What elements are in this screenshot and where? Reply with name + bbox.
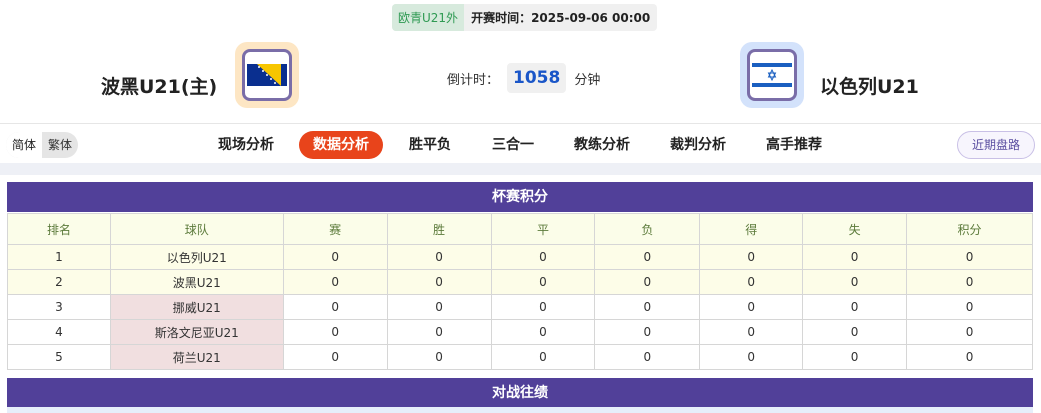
stat-cell: 0 [699,244,804,270]
stat-cell: 0 [490,319,596,345]
standings-title: 杯赛积分 [7,182,1033,212]
language-toggle[interactable]: 简体 繁体 [6,132,79,158]
stat-cell: 0 [802,344,908,370]
stat-cell: 0 [490,294,596,320]
stat-cell: 0 [802,269,908,295]
countdown-unit: 分钟 [574,72,601,88]
stat-cell: 0 [386,319,492,345]
israel-flag-icon [747,49,797,101]
stat-cell: 0 [282,319,388,345]
tab-three-in-one[interactable]: 三合一 [478,131,548,159]
tab-data-analysis[interactable]: 数据分析 [299,131,383,159]
stat-cell: 0 [906,344,1033,370]
stat-cell: 5 [7,344,111,370]
col-lost: 负 [594,213,701,245]
col-played: 赛 [282,213,388,245]
stat-cell: 0 [490,269,596,295]
table-row: 5 荷兰U21 0 0 0 0 0 0 0 [7,344,1033,370]
stat-cell: 0 [802,244,908,270]
away-team-name: 以色列U21 [820,76,919,98]
stat-cell: 0 [906,269,1033,295]
league-badge[interactable]: 欧青U21外 [392,4,465,31]
kickoff-time: 开赛时间：2025-09-06 00:00 [471,11,651,25]
stat-cell: 0 [594,319,701,345]
table-row: 1 以色列U21 0 0 0 0 0 0 0 [7,244,1033,270]
stat-cell: 0 [699,269,804,295]
table-row: 4 斯洛文尼亚U21 0 0 0 0 0 0 0 [7,319,1033,345]
bosnia-flag-icon [242,49,292,101]
stat-cell: 0 [594,269,701,295]
team-cell[interactable]: 波黑U21 [109,269,284,295]
home-team-name: 波黑U21(主) [101,76,218,98]
stat-cell: 0 [699,344,804,370]
col-points: 积分 [906,213,1033,245]
tab-expert-picks[interactable]: 高手推荐 [752,131,836,159]
stat-cell: 0 [699,294,804,320]
stat-cell: 0 [802,294,908,320]
team-cell[interactable]: 斯洛文尼亚U21 [109,319,284,345]
countdown-value: 1058 [507,63,567,93]
countdown-label: 倒计时： [447,72,500,88]
stat-cell: 4 [7,319,111,345]
col-goals-for: 得 [699,213,804,245]
stat-cell: 0 [282,344,388,370]
col-drawn: 平 [490,213,596,245]
countdown: 倒计时： 1058 分钟 [447,63,600,93]
stat-cell: 0 [386,269,492,295]
standings-table: 排名 球队 赛 胜 平 负 得 失 积分 1 以色列U21 0 0 0 0 0 0 0 2 波黑U2… [7,213,1033,370]
team-cell[interactable]: 挪威U21 [109,294,284,320]
divider-band [0,163,1041,175]
away-flag [740,42,804,108]
home-flag [235,42,299,108]
lang-traditional[interactable]: 繁体 [42,132,78,158]
col-goals-against: 失 [802,213,908,245]
col-won: 胜 [386,213,492,245]
stat-cell: 0 [282,244,388,270]
team-cell[interactable]: 以色列U21 [109,244,284,270]
stat-cell: 0 [594,344,701,370]
stat-cell: 0 [594,244,701,270]
stat-cell: 0 [906,244,1033,270]
stat-cell: 0 [490,244,596,270]
stat-cell: 0 [386,294,492,320]
stat-cell: 2 [7,269,111,295]
stat-cell: 0 [386,244,492,270]
stat-cell: 3 [7,294,111,320]
table-row: 3 挪威U21 0 0 0 0 0 0 0 [7,294,1033,320]
stat-cell: 0 [282,269,388,295]
stat-cell: 0 [282,294,388,320]
h2h-content [7,407,1033,413]
stat-cell: 0 [386,344,492,370]
tab-referee-analysis[interactable]: 裁判分析 [656,131,740,159]
recent-odds-button[interactable]: 近期盘路 [956,131,1035,159]
stat-cell: 1 [7,244,111,270]
col-rank: 排名 [7,213,111,245]
team-cell[interactable]: 荷兰U21 [109,344,284,370]
lang-simplified[interactable]: 简体 [6,132,43,158]
nav-bar: 简体 繁体 现场分析 数据分析 胜平负 三合一 教练分析 裁判分析 高手推荐 近… [0,123,1041,163]
stat-cell: 0 [699,319,804,345]
stat-cell: 0 [906,294,1033,320]
stat-cell: 0 [802,319,908,345]
col-team: 球队 [109,213,284,245]
table-row: 2 波黑U21 0 0 0 0 0 0 0 [7,269,1033,295]
stat-cell: 0 [594,294,701,320]
match-info-bar: 欧青U21外 开赛时间：2025-09-06 00:00 [392,4,658,31]
tab-coach-analysis[interactable]: 教练分析 [560,131,644,159]
h2h-title: 对战往绩 [7,378,1033,408]
stat-cell: 0 [906,319,1033,345]
table-header: 排名 球队 赛 胜 平 负 得 失 积分 [7,213,1033,245]
tab-live-analysis[interactable]: 现场分析 [204,131,288,159]
tab-win-draw-loss[interactable]: 胜平负 [395,131,465,159]
stat-cell: 0 [490,344,596,370]
